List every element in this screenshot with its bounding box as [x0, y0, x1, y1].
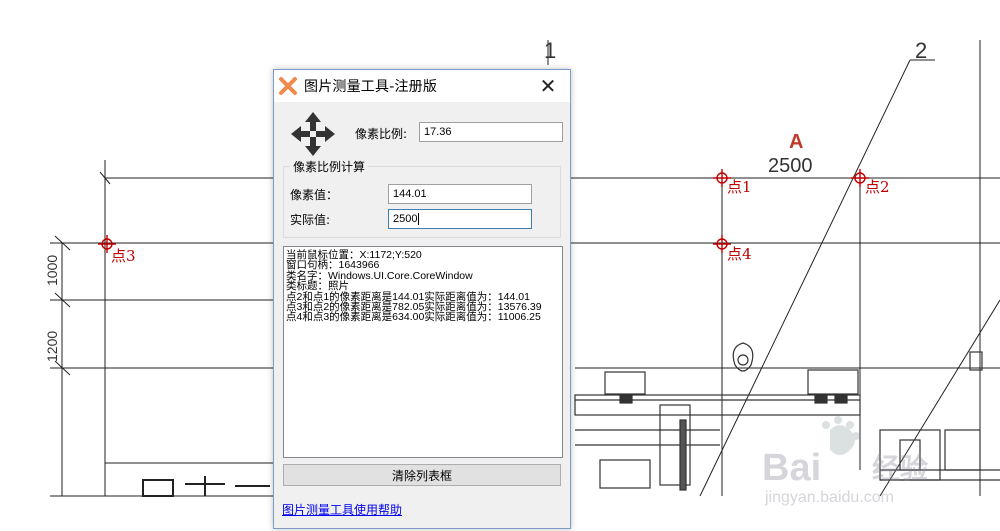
help-link[interactable]: 图片测量工具使用帮助	[282, 501, 402, 518]
point-label-2: 点2	[865, 178, 890, 196]
group-title: 像素比例计算	[290, 158, 369, 175]
actual-value-input[interactable]: 2500	[388, 209, 532, 229]
pixel-value-label: 像素值：	[290, 188, 339, 202]
side-dimension-2: 1200	[44, 331, 60, 362]
actual-value-text: 2500	[393, 213, 418, 225]
result-listbox[interactable]: 当前鼠标位置：X:1172;Y:520 窗口句柄：1643966 类名字：Windo…	[283, 246, 563, 458]
watermark-url: jingyan.baidu.com	[764, 489, 894, 506]
column-label-1: 1	[544, 38, 556, 63]
column-label-2: 2	[915, 38, 927, 63]
section-letter: A	[789, 131, 803, 153]
point-label-3: 点3	[111, 247, 136, 265]
dimension-label: 2500	[768, 155, 813, 177]
actual-value-label: 实际值:	[290, 213, 331, 227]
dialog-title: 图片测量工具-注册版	[304, 79, 438, 95]
point-label-1: 点1	[727, 178, 752, 196]
measure-tool-dialog: 图片测量工具-注册版 ✕ 像素比例: 17.36 像素比例计算 像素值： 144…	[273, 69, 571, 529]
close-button[interactable]: ✕	[526, 70, 570, 102]
clear-list-button[interactable]: 清除列表框	[283, 464, 561, 486]
move-arrows-icon[interactable]	[289, 110, 337, 158]
list-item[interactable]: 点4和点3的像素距离是634.00实际距离值为：11006.25	[286, 312, 560, 323]
pixel-value-input[interactable]: 144.01	[388, 184, 532, 204]
text-caret	[418, 213, 420, 225]
scale-input[interactable]: 17.36	[419, 122, 563, 142]
point-label-4: 点4	[727, 245, 752, 263]
scale-label: 像素比例:	[355, 127, 408, 141]
title-bar[interactable]: 图片测量工具-注册版 ✕	[274, 70, 570, 102]
watermark-brand-cn: 经验	[872, 452, 928, 484]
watermark-brand: Bai	[762, 447, 821, 489]
app-x-icon	[278, 76, 298, 96]
side-dimension-1: 1000	[44, 255, 60, 286]
